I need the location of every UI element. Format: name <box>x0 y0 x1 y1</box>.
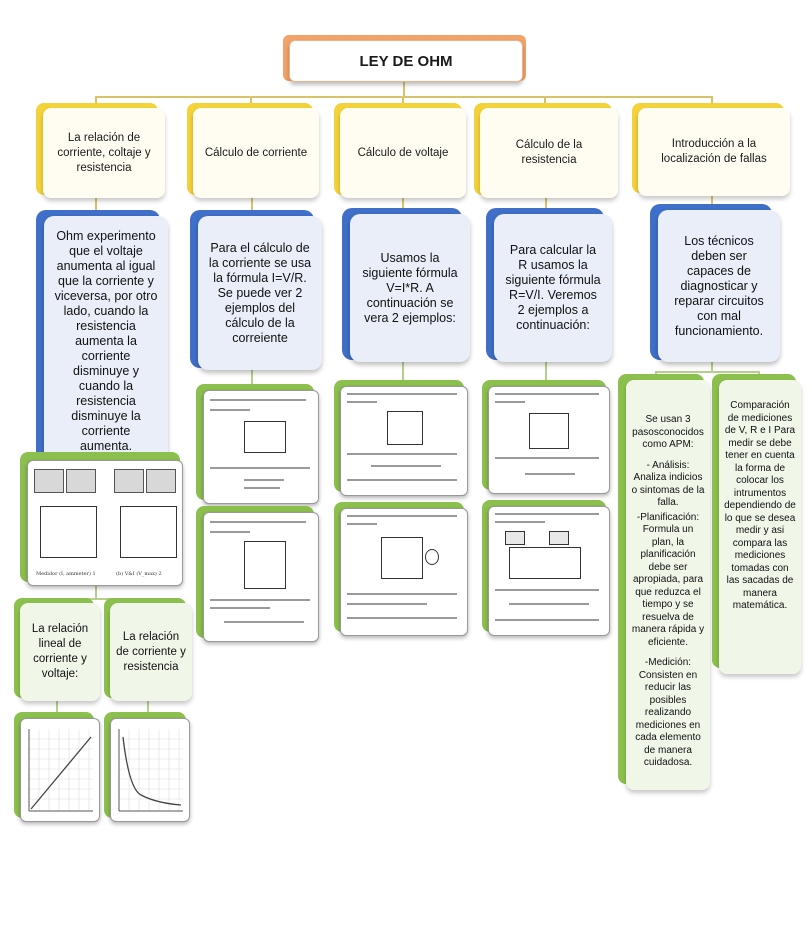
graph-inverse-image <box>110 718 190 822</box>
page-title: LEY DE OHM <box>289 40 523 82</box>
comparacion-text: Comparación de mediciones de V, R e I Pa… <box>724 400 796 611</box>
sub-relacion-resistencia: La relación de corriente y resistencia <box>110 603 192 701</box>
topic-calculo-voltaje: Cálculo de voltaje <box>340 108 466 198</box>
apm-medicion: -Medición: Consisten en reducir las posi… <box>635 657 701 768</box>
sub-relacion-resistencia-label: La relación de corriente y resistencia <box>116 630 186 673</box>
apm-planificacion: -Planificación: Formula un plan, la plan… <box>631 511 705 648</box>
current-example-2-image <box>203 512 319 642</box>
sub-relacion-lineal-label: La relación lineal de corriente y voltaj… <box>31 623 89 680</box>
detail-calculo-voltaje: Usamos la siguiente fórmula V=I*R. A con… <box>350 214 470 362</box>
current-example-1-image <box>203 390 319 504</box>
inverse-graph-svg <box>118 729 183 812</box>
topic-localizacion-fallas: Introducción a la localización de fallas <box>638 108 790 196</box>
voltage-example-1-image <box>340 386 468 496</box>
resistance-example-2-image <box>488 506 610 636</box>
comparacion-card: Comparación de mediciones de V, R e I Pa… <box>719 380 801 674</box>
apm-analisis: - Análisis: Analiza indicios o sintomas … <box>631 459 705 509</box>
topic-calculo-resistencia: Cálculo de la resistencia <box>480 108 618 198</box>
linear-graph-svg <box>28 729 93 812</box>
meters-image: Medidor (I, ammeter) 1 (b) V&I (V_max) 2 <box>27 460 183 586</box>
voltage-example-2-image <box>340 508 468 636</box>
detail-relacion: Ohm experimento que el voltaje anumenta … <box>44 216 168 466</box>
detail-localizacion-fallas: Los técnicos deben ser capaces de diagno… <box>658 210 780 362</box>
resistance-example-1-image <box>488 386 610 494</box>
sub-relacion-lineal: La relación lineal de corriente y voltaj… <box>20 603 100 701</box>
topic-calculo-corriente: Cálculo de corriente <box>193 108 319 198</box>
apm-intro: Se usan 3 pasosconocidos como APM: <box>632 414 704 450</box>
detail-calculo-corriente: Para el cálculo de la corriente se usa l… <box>198 216 322 370</box>
apm-steps-card: Se usan 3 pasosconocidos como APM: - Aná… <box>626 380 710 790</box>
detail-calculo-resistencia: Para calcular la R usamos la siguiente f… <box>494 214 612 362</box>
graph-linear-image <box>20 718 100 822</box>
topic-relacion: La relación de corriente, coltaje y resi… <box>43 108 165 198</box>
